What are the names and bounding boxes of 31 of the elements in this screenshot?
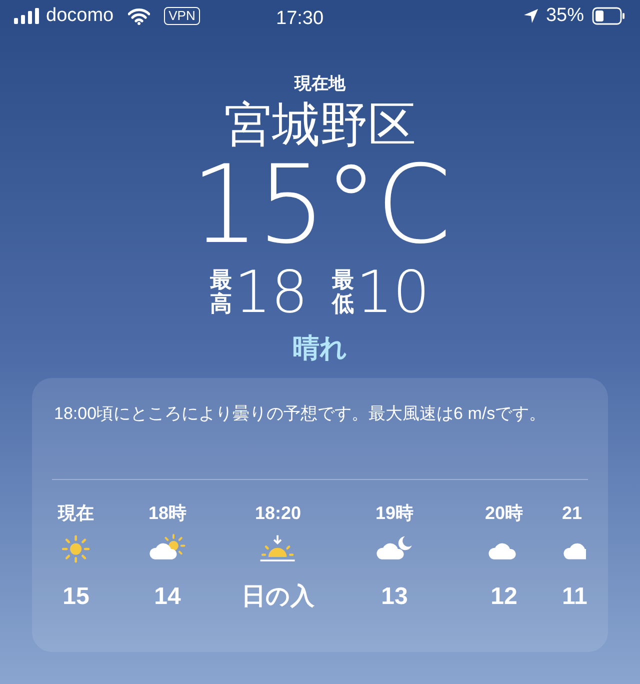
hour-temperature: 12 bbox=[490, 582, 518, 612]
hour-temperature: 13 bbox=[381, 582, 408, 612]
carrier-name: docomo bbox=[46, 4, 114, 28]
current-temperature: 15°C bbox=[190, 154, 450, 258]
hour-label: 18:20 bbox=[254, 502, 302, 524]
clock-time: 17:30 bbox=[276, 7, 324, 31]
hour-label: 20時 bbox=[484, 502, 524, 524]
forecast-summary: 18:00頃にところにより曇りの予想です。最大風速は6 m/sです。 bbox=[53, 403, 548, 425]
hour-label: 現在 bbox=[58, 502, 94, 524]
high-temperature: 18 bbox=[234, 262, 308, 322]
battery-icon bbox=[592, 7, 626, 25]
battery-percent: 35% bbox=[546, 4, 584, 28]
sun-icon bbox=[62, 534, 90, 564]
hour-temperature: 15 bbox=[62, 582, 90, 612]
wifi-icon bbox=[128, 8, 150, 24]
hour-temperature: 14 bbox=[154, 582, 181, 612]
hour-temperature: 日の入 bbox=[242, 582, 314, 612]
location-label: 現在地 bbox=[294, 74, 346, 94]
low-label: 最低 bbox=[332, 268, 354, 316]
high-label: 最高 bbox=[210, 268, 232, 316]
weather-condition: 晴れ bbox=[292, 332, 348, 364]
city-name: 宮城野区 bbox=[224, 98, 416, 154]
hour-label: 18時 bbox=[148, 502, 187, 524]
hour-temperature: 11 bbox=[562, 582, 588, 612]
vpn-badge: VPN bbox=[164, 7, 200, 25]
signal-icon bbox=[14, 8, 40, 24]
hour-label: 19時 bbox=[375, 502, 414, 524]
hour-label: 21 bbox=[562, 502, 582, 524]
low-temperature: 10 bbox=[356, 262, 430, 322]
location-arrow-icon bbox=[524, 9, 538, 23]
sunset-icon bbox=[258, 534, 298, 564]
